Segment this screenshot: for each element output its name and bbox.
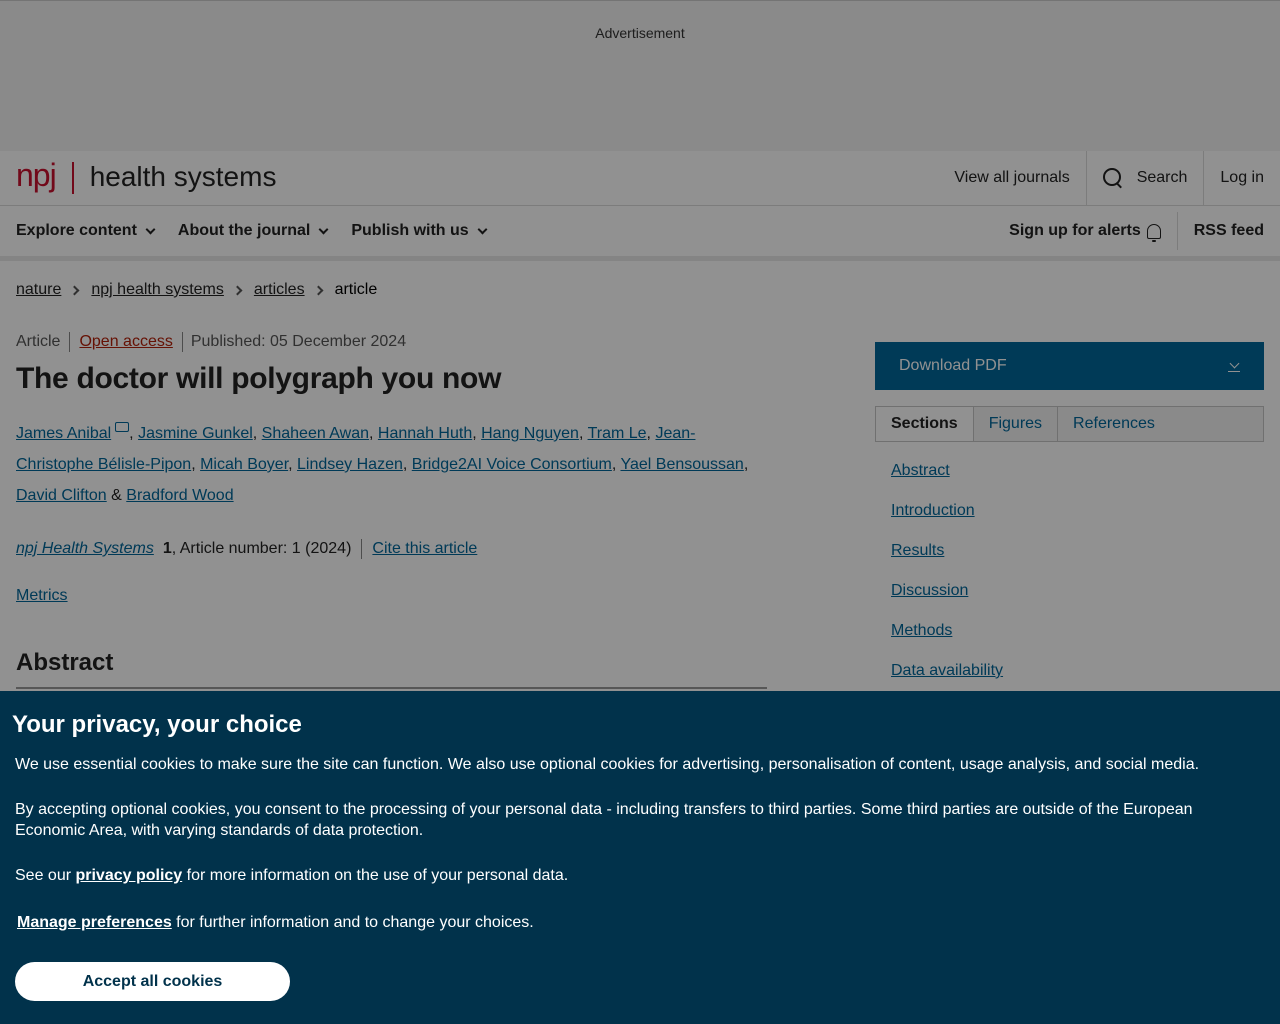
modal-backdrop (0, 0, 1280, 691)
privacy-suffix: for more information on the use of your … (182, 867, 569, 884)
manage-preferences-link[interactable]: Manage preferences (17, 914, 172, 931)
accept-all-cookies-button[interactable]: Accept all cookies (15, 962, 290, 1001)
manage-suffix: for further information and to change yo… (171, 914, 534, 931)
cookie-consent-banner: Your privacy, your choice We use essenti… (0, 691, 1280, 1024)
cookie-text-privacy: See our privacy policy for more informat… (15, 865, 1215, 886)
privacy-prefix: See our (15, 867, 76, 884)
cookie-text-essential: We use essential cookies to make sure th… (15, 756, 1200, 773)
privacy-policy-link[interactable]: privacy policy (75, 867, 182, 884)
cookie-text-manage: Manage preferences for further informati… (15, 912, 1215, 933)
cookie-text-consent: By accepting optional cookies, you conse… (15, 801, 1193, 839)
cookie-title: Your privacy, your choice (12, 711, 302, 738)
